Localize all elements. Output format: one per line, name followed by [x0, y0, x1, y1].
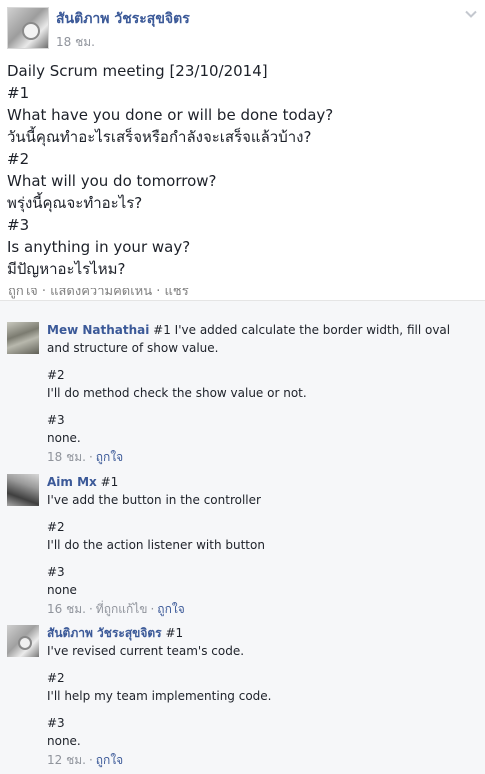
like-link[interactable]: ถูกใจ — [157, 602, 184, 616]
like-link[interactable]: ถูกใจ — [96, 753, 123, 767]
post-body-line: มีปัญหาอะไรไหม? — [7, 260, 126, 278]
comment-meta: 12 ชม. · ถูกใจ — [47, 753, 124, 767]
avatar[interactable] — [7, 322, 39, 354]
comment-author-name[interactable]: สันติภาพ วัชระสุขจิตร — [47, 626, 162, 640]
comment-text: I've add the button in the controller — [47, 493, 261, 507]
post-author-name[interactable]: สันติภาพ วัชระสุขจิตร — [56, 8, 190, 30]
post-body-line: Is anything in your way? — [7, 238, 191, 256]
post-body-line: #3 — [7, 216, 30, 234]
comment-text: #1 — [161, 626, 184, 640]
comment-meta: 16 ชม. · ที่ถูกแก้ไข · ถูกใจ — [47, 602, 185, 616]
comment-text: none. — [47, 734, 81, 748]
comment-timestamp[interactable]: 16 ชม. — [47, 602, 86, 616]
avatar[interactable] — [7, 625, 39, 657]
comment-text: #2 — [47, 368, 65, 382]
comment-text: #3 — [47, 413, 65, 427]
comment-content: สันติภาพ วัชระสุขจิตร #1 I've revised cu… — [47, 624, 467, 769]
comment-text: I'll do the action listener with button — [47, 538, 265, 552]
comment-timestamp[interactable]: 18 ชม. — [47, 450, 86, 464]
post-body-line: #1 — [7, 84, 30, 102]
avatar[interactable] — [7, 474, 39, 506]
post-body-line: Daily Scrum meeting [23/10/2014] — [7, 62, 268, 80]
comment-text: #3 — [47, 565, 65, 579]
comment-content: Mew Nathathai #1 I've added calculate th… — [47, 321, 467, 466]
comments-section: Mew Nathathai #1 I've added calculate th… — [0, 300, 485, 774]
post-body-line: พรุ่งนี้คุณจะทำอะไร? — [7, 194, 143, 212]
comment-text: #1 I've added calculate the border width… — [149, 323, 451, 337]
post-body: Daily Scrum meeting [23/10/2014] #1 What… — [7, 60, 477, 280]
comment-meta: 18 ชม. · ถูกใจ — [47, 450, 124, 464]
post-timestamp[interactable]: 18 ชม. — [56, 33, 95, 52]
comment-text: none. — [47, 431, 81, 445]
post-body-line: วันนี้คุณทำอะไรเสร็จหรือกำลังจะเสร็จแล้ว… — [7, 128, 312, 146]
comment-text: I'll do method check the show value or n… — [47, 386, 307, 400]
comment-text: #2 — [47, 671, 65, 685]
comment-text: none — [47, 583, 77, 597]
avatar[interactable] — [7, 7, 49, 49]
post-body-line: What have you done or will be done today… — [7, 106, 334, 124]
post-body-line: What will you do tomorrow? — [7, 172, 217, 190]
post-body-line: #2 — [7, 150, 30, 168]
comment-text: #2 — [47, 520, 65, 534]
comment-text: and structure of show value. — [47, 341, 219, 355]
comment-text: I'll help my team implementing code. — [47, 689, 272, 703]
edited-link[interactable]: ที่ถูกแก้ไข — [96, 602, 148, 616]
post-actions-clipped: ถูกใจ · แสดงความคิดเห็น · แชร์ — [0, 288, 485, 300]
post-actions-text[interactable]: ถูกใจ · แสดงความคิดเห็น · แชร์ — [8, 288, 189, 300]
post-header: สันติภาพ วัชระสุขจิตร 18 ชม. — [0, 0, 485, 56]
comment-author-name[interactable]: Aim Mx — [47, 475, 97, 489]
chevron-down-icon[interactable] — [465, 8, 477, 20]
comment-text: #3 — [47, 716, 65, 730]
comment-text: I've revised current team's code. — [47, 644, 245, 658]
comment-text: #1 — [96, 475, 119, 489]
comment-timestamp[interactable]: 12 ชม. — [47, 753, 86, 767]
comment-author-name[interactable]: Mew Nathathai — [47, 323, 149, 337]
like-link[interactable]: ถูกใจ — [96, 450, 123, 464]
comment-content: Aim Mx #1 I've add the button in the con… — [47, 473, 467, 618]
